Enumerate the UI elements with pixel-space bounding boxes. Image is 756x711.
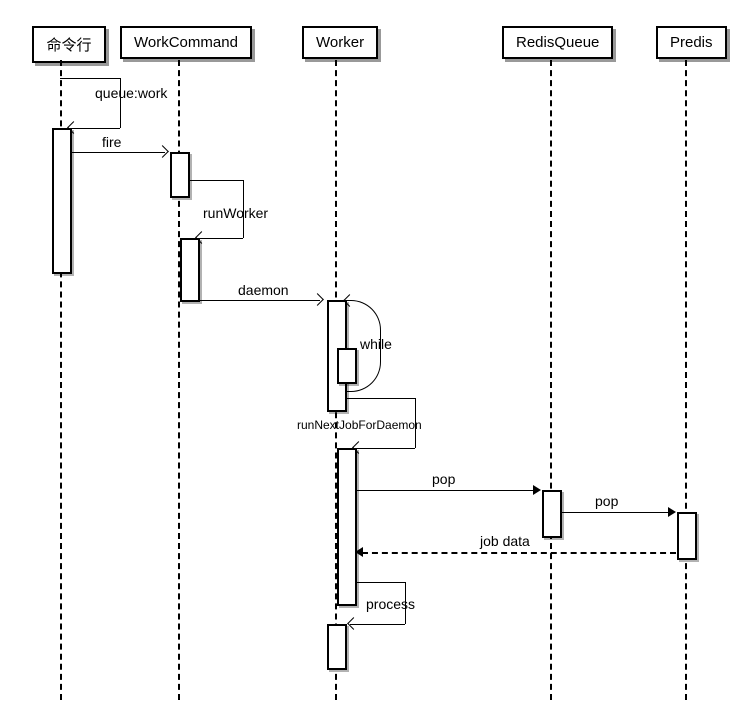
msg-queuework-line <box>60 78 120 79</box>
label-runworker: runWorker <box>203 205 268 221</box>
label-daemon: daemon <box>238 282 289 298</box>
participant-worker: Worker <box>302 26 378 59</box>
msg-pop2-arrowhead <box>668 507 676 517</box>
label-fire: fire <box>102 134 121 150</box>
label-pop2: pop <box>595 493 618 509</box>
msg-daemon-arrowhead <box>311 293 324 306</box>
label-runnext: runNextJobForDaemon <box>297 418 422 432</box>
activation-cli <box>52 128 72 274</box>
msg-runworker-line <box>188 180 243 181</box>
activation-predis <box>677 512 697 560</box>
msg-process-line <box>355 582 405 583</box>
lifeline-predis <box>685 60 687 700</box>
sequence-diagram: 命令行 WorkCommand Worker RedisQueue Predis… <box>0 0 756 711</box>
msg-jobdata-line <box>362 552 676 554</box>
msg-jobdata-arrowhead <box>355 547 363 557</box>
msg-process-arrowhead <box>347 617 360 630</box>
msg-pop2-line <box>560 512 670 513</box>
label-jobdata: job data <box>480 533 530 549</box>
lifeline-redisqueue <box>550 60 552 700</box>
msg-pop1-arrowhead <box>533 485 541 495</box>
activation-worker-2 <box>337 448 357 606</box>
participant-predis: Predis <box>656 26 727 59</box>
activation-worker-3 <box>327 624 347 670</box>
activation-redis <box>542 490 562 538</box>
label-queuework: queue:work <box>95 85 167 101</box>
participant-cli: 命令行 <box>32 26 106 63</box>
activation-workcmd-1 <box>170 152 190 198</box>
participant-redisqueue: RedisQueue <box>502 26 613 59</box>
activation-workcmd-2 <box>180 238 200 302</box>
participant-workcommand: WorkCommand <box>120 26 252 59</box>
msg-daemon-line <box>198 300 320 301</box>
label-process: process <box>366 596 415 612</box>
msg-runnext-line <box>345 398 415 399</box>
activation-worker-inner <box>337 348 357 384</box>
msg-fire-arrowhead <box>156 145 169 158</box>
msg-fire-line <box>70 152 165 153</box>
msg-pop1-line <box>355 490 535 491</box>
label-pop1: pop <box>432 471 455 487</box>
label-while: while <box>360 336 392 352</box>
